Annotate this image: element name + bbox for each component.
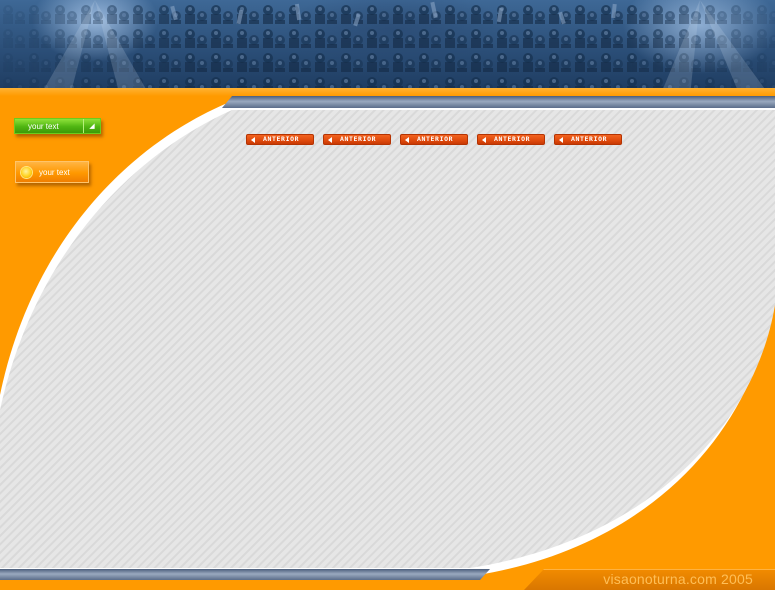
- page: your text ◢ your text ANTERIOR ANTERIOR …: [0, 0, 775, 590]
- anterior-button-label: ANTERIOR: [263, 135, 300, 144]
- anterior-button-5[interactable]: ANTERIOR: [554, 134, 622, 145]
- left-arrow-icon: [482, 136, 486, 143]
- sun-icon: [21, 166, 32, 178]
- left-arrow-icon: [559, 136, 563, 143]
- left-arrow-icon: [251, 136, 255, 143]
- sidebar-green-button-label: your text: [28, 121, 59, 131]
- anterior-button-2[interactable]: ANTERIOR: [323, 134, 391, 145]
- anterior-button-1[interactable]: ANTERIOR: [246, 134, 314, 145]
- content-panel: [0, 104, 775, 575]
- nav-button-row: ANTERIOR ANTERIOR ANTERIOR ANTERIOR ANTE…: [246, 134, 622, 145]
- arrow-icon: ◢: [83, 119, 100, 133]
- sidebar-orange-button-label: your text: [39, 167, 70, 177]
- left-arrow-icon: [405, 136, 409, 143]
- top-divider-bar: [222, 96, 775, 108]
- left-arrow-icon: [328, 136, 332, 143]
- anterior-button-label: ANTERIOR: [494, 135, 531, 144]
- anterior-button-3[interactable]: ANTERIOR: [400, 134, 468, 145]
- anterior-button-label: ANTERIOR: [417, 135, 454, 144]
- footer: visaonoturna.com 2005: [524, 569, 775, 590]
- footer-copyright: visaonoturna.com 2005: [603, 571, 753, 587]
- sidebar-orange-button[interactable]: your text: [15, 161, 89, 183]
- sidebar-green-button[interactable]: your text ◢: [14, 118, 101, 134]
- anterior-button-label: ANTERIOR: [571, 135, 608, 144]
- anterior-button-4[interactable]: ANTERIOR: [477, 134, 545, 145]
- anterior-button-label: ANTERIOR: [340, 135, 377, 144]
- bottom-divider-bar: [0, 569, 490, 580]
